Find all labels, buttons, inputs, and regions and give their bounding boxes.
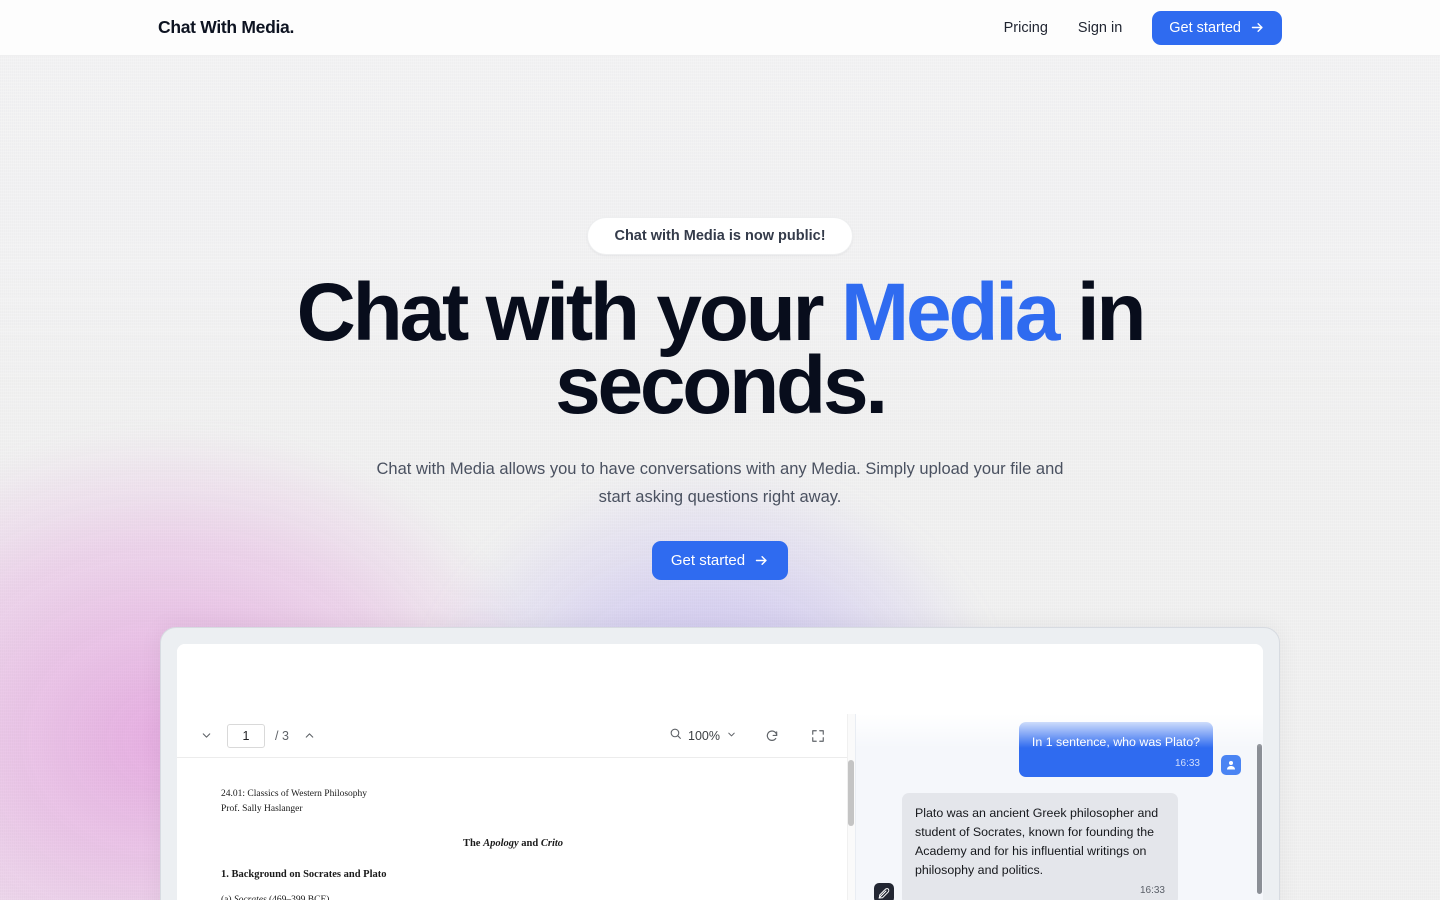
site-header: Chat With Media. Pricing Sign in Get sta… xyxy=(0,0,1440,56)
pdf-page-input[interactable] xyxy=(227,723,265,748)
chat-bubble-assistant: Plato was an ancient Greek philosopher a… xyxy=(902,793,1178,900)
pdf-view-controls: 100% xyxy=(669,725,843,747)
refresh-icon[interactable] xyxy=(761,725,783,747)
app-window-top-spacer xyxy=(177,644,1263,714)
announcement-badge[interactable]: Chat with Media is now public! xyxy=(587,217,853,255)
main-nav: Pricing Sign in Get started xyxy=(1004,10,1282,45)
chat-bubble-user: In 1 sentence, who was Plato? 16:33 xyxy=(1018,722,1213,778)
header-get-started-label: Get started xyxy=(1169,19,1241,36)
pdf-title-italic-1: Apology xyxy=(483,837,519,849)
page-title: Chat with your Media in seconds. xyxy=(270,272,1170,427)
pdf-subsection: (a) Socrates (469–399 BCE) xyxy=(221,894,805,900)
pdf-zoom-value: 100% xyxy=(688,728,720,743)
chat-message-text: Plato was an ancient Greek philosopher a… xyxy=(915,806,1159,877)
pdf-zoom-control[interactable]: 100% xyxy=(669,727,737,745)
pdf-sub-marker: (a) xyxy=(221,894,234,900)
pdf-sub-rest: (469–399 BCE) xyxy=(266,894,330,900)
hero-section: Chat with Media is now public! Chat with… xyxy=(0,56,1440,580)
chat-message-row: Plato was an ancient Greek philosopher a… xyxy=(874,793,1241,900)
pdf-title-part-2: and xyxy=(518,837,541,849)
nav-link-sign-in[interactable]: Sign in xyxy=(1078,20,1122,36)
pdf-sub-italic: Socrates xyxy=(233,894,267,900)
pdf-scrollbar-thumb[interactable] xyxy=(848,760,854,826)
chat-message-row: In 1 sentence, who was Plato? 16:33 xyxy=(874,722,1241,778)
arrow-right-icon xyxy=(1250,20,1265,35)
pdf-toolbar: / 3 100% xyxy=(177,714,855,758)
pdf-scrollbar[interactable] xyxy=(847,714,855,900)
pdf-title-part-1: The xyxy=(462,837,484,849)
chevron-up-icon[interactable] xyxy=(299,725,321,747)
fullscreen-icon[interactable] xyxy=(807,725,829,747)
pdf-page-controls: / 3 xyxy=(195,723,321,748)
hero-subtitle: Chat with Media allows you to have conve… xyxy=(376,459,1064,507)
pdf-page-total: / 3 xyxy=(275,728,289,743)
chevron-down-icon[interactable] xyxy=(195,725,217,747)
chat-scrollbar-thumb[interactable] xyxy=(1257,744,1262,894)
app-window: / 3 100% xyxy=(177,644,1263,900)
chevron-down-icon xyxy=(726,727,737,745)
search-icon xyxy=(669,727,682,745)
arrow-right-icon xyxy=(754,553,769,568)
chat-message-time: 16:33 xyxy=(1174,757,1200,769)
pdf-course-line-2: Prof. Sally Haslanger xyxy=(221,804,303,815)
pdf-section-heading: 1. Background on Socrates and Plato xyxy=(221,868,387,880)
hero-get-started-label: Get started xyxy=(670,551,746,569)
avatar xyxy=(1221,755,1241,776)
pdf-title-italic-2: Crito xyxy=(540,837,564,849)
chat-message-time: 16:33 xyxy=(1139,885,1165,897)
pdf-document-title: The Apology and Crito xyxy=(221,837,805,852)
hero-cta-wrapper: Get started xyxy=(0,540,1440,580)
pdf-course-line-1: 24.01: Classics of Western Philosophy xyxy=(221,789,368,799)
header-get-started-button[interactable]: Get started xyxy=(1152,10,1282,45)
bot-avatar-feather-icon xyxy=(874,882,894,900)
app-preview-frame: / 3 100% xyxy=(160,627,1280,900)
chat-message-text: In 1 sentence, who was Plato? xyxy=(1031,735,1200,749)
hero-get-started-button[interactable]: Get started xyxy=(651,540,789,580)
nav-link-pricing[interactable]: Pricing xyxy=(1004,20,1048,36)
chat-scrollbar[interactable] xyxy=(1255,714,1263,900)
brand-logo[interactable]: Chat With Media. xyxy=(158,17,294,38)
pdf-document-page: 24.01: Classics of Western Philosophy Pr… xyxy=(177,758,855,900)
